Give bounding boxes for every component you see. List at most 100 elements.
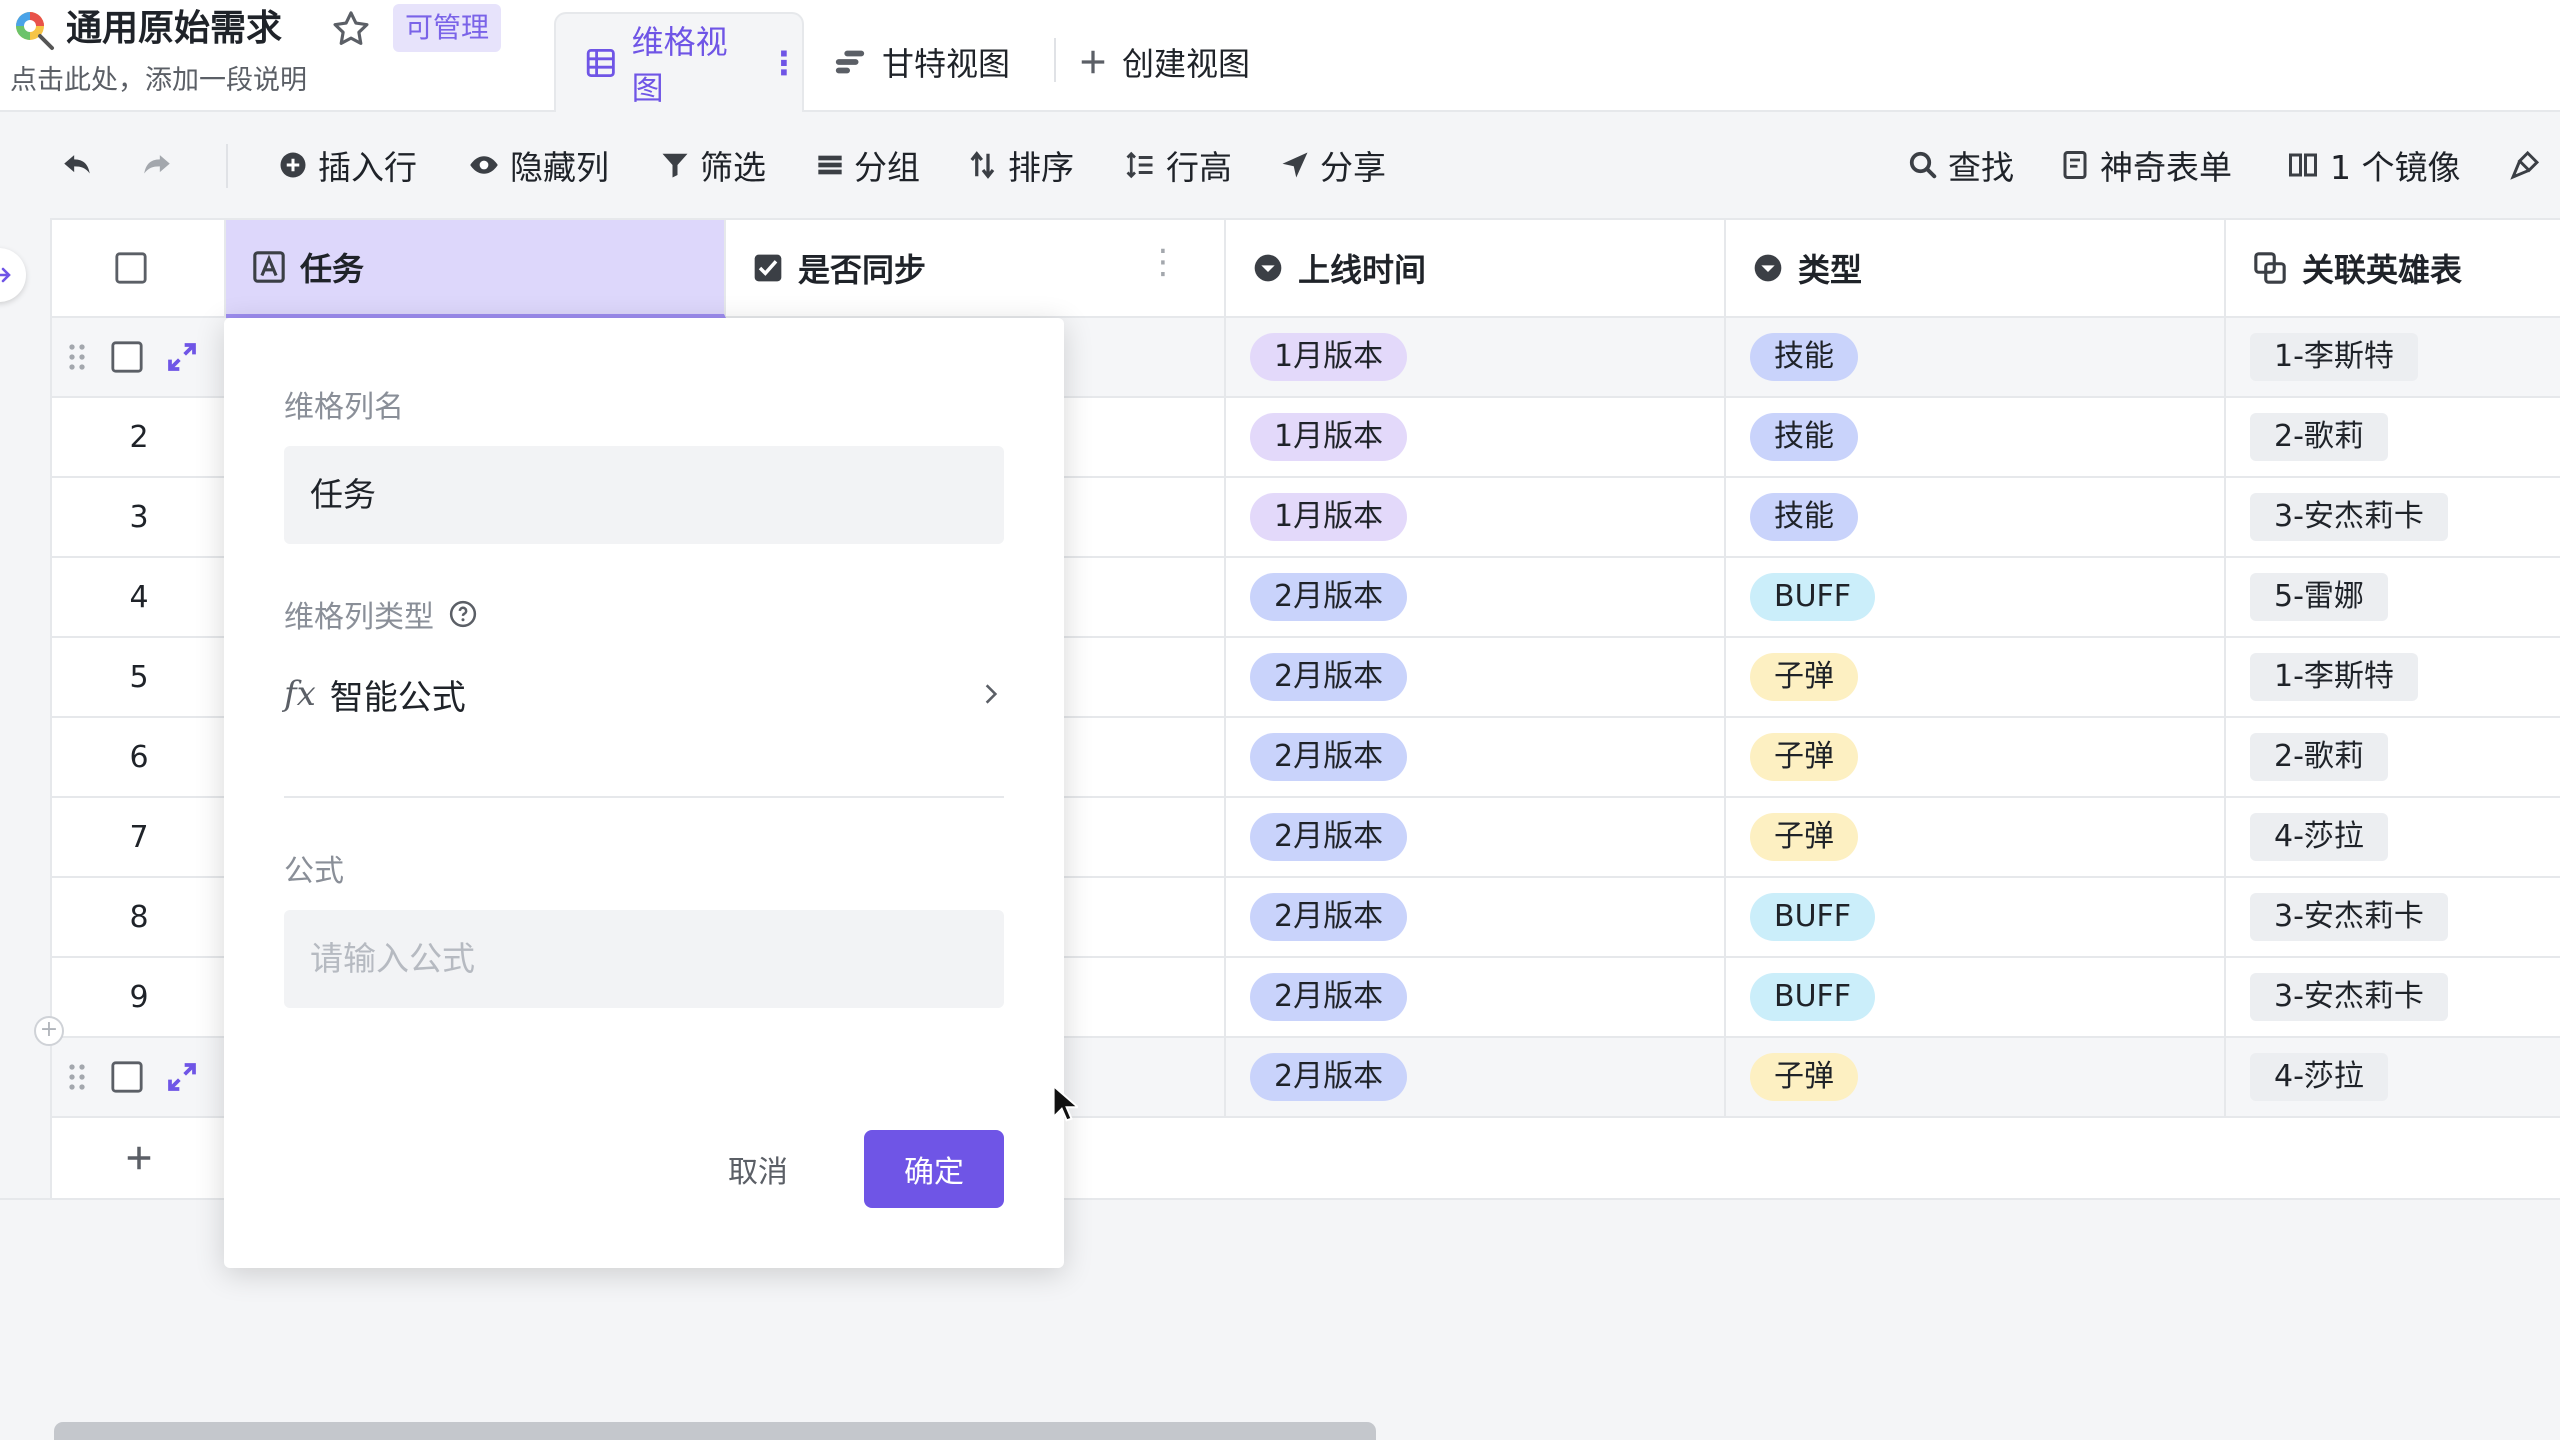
sort-button[interactable]: 排序 [968, 142, 1074, 188]
hide-columns-label: 隐藏列 [510, 148, 609, 187]
drag-handle-icon[interactable] [66, 1062, 88, 1092]
formula-label: 公式 [284, 854, 344, 889]
cell-type[interactable]: BUFF [1726, 558, 2226, 636]
more-tools-button[interactable] [2508, 142, 2552, 188]
row-handle-cell [52, 318, 226, 396]
release-tag: 2月版本 [1250, 813, 1408, 861]
cell-type[interactable]: BUFF [1726, 958, 2226, 1036]
row-height-label: 行高 [1166, 148, 1232, 187]
cell-hero[interactable]: 3-安杰莉卡 [2226, 958, 2560, 1036]
cell-release[interactable]: 1月版本 [1226, 478, 1726, 556]
insert-row-button[interactable]: 插入行 [278, 142, 417, 188]
type-tag: 技能 [1750, 333, 1858, 381]
column-header-release-label: 上线时间 [1298, 251, 1427, 289]
group-icon [818, 155, 842, 175]
column-menu-icon[interactable]: ⋮ [1146, 242, 1180, 282]
cell-release[interactable]: 1月版本 [1226, 318, 1726, 396]
cell-release[interactable]: 2月版本 [1226, 958, 1726, 1036]
column-name-label: 维格列名 [284, 390, 404, 425]
column-header-task[interactable]: 任务 [226, 220, 726, 318]
type-tag: 子弹 [1750, 813, 1858, 861]
cell-type[interactable]: BUFF [1726, 878, 2226, 956]
expand-record-icon[interactable] [166, 341, 198, 373]
star-icon[interactable] [330, 8, 372, 50]
cell-type[interactable]: 技能 [1726, 398, 2226, 476]
column-type-selector[interactable]: fx 智能公式 [284, 664, 1004, 724]
cell-hero[interactable]: 1-李斯特 [2226, 638, 2560, 716]
tab-gantt-view[interactable]: 甘特视图 [832, 12, 1010, 112]
magic-form-button[interactable]: 神奇表单 [2060, 142, 2232, 188]
expand-arrow-icon [0, 267, 11, 283]
cell-type[interactable]: 技能 [1726, 318, 2226, 396]
hide-columns-button[interactable]: 隐藏列 [468, 142, 609, 188]
row-checkbox[interactable] [110, 1060, 144, 1094]
release-tag: 2月版本 [1250, 733, 1408, 781]
page-title[interactable]: 通用原始需求 [66, 4, 282, 54]
cell-hero[interactable]: 4-莎拉 [2226, 798, 2560, 876]
row-checkbox[interactable] [110, 340, 144, 374]
permission-badge: 可管理 [393, 4, 502, 52]
hero-link-tag: 1-李斯特 [2250, 333, 2418, 381]
add-row-button[interactable] [52, 1118, 226, 1198]
hero-link-tag: 4-莎拉 [2250, 1053, 2388, 1101]
insert-row-handle[interactable]: + [34, 1016, 64, 1046]
create-view-button[interactable]: 创建视图 [1078, 12, 1250, 112]
column-header-sync[interactable]: 是否同步 ⋮ [726, 220, 1226, 318]
select-all-checkbox[interactable] [114, 251, 148, 285]
cell-type[interactable]: 子弹 [1726, 638, 2226, 716]
cell-release[interactable]: 2月版本 [1226, 798, 1726, 876]
hero-link-tag: 3-安杰莉卡 [2250, 893, 2448, 941]
expand-record-icon[interactable] [166, 1061, 198, 1093]
column-header-release[interactable]: 上线时间 [1226, 220, 1726, 318]
row-handle-cell [52, 1038, 226, 1116]
cell-hero[interactable]: 2-歌莉 [2226, 398, 2560, 476]
cell-type[interactable]: 子弹 [1726, 1038, 2226, 1116]
checkbox-icon [754, 254, 782, 282]
redo-button[interactable] [138, 142, 186, 188]
sheet-description[interactable]: 点击此处，添加一段说明 [10, 62, 307, 100]
gantt-view-icon [835, 50, 865, 74]
cell-release[interactable]: 2月版本 [1226, 638, 1726, 716]
mirror-button[interactable]: 1 个镜像 [2286, 142, 2461, 188]
release-tag: 2月版本 [1250, 893, 1408, 941]
send-icon [1282, 152, 1308, 178]
cell-type[interactable]: 子弹 [1726, 718, 2226, 796]
type-tag: BUFF [1750, 973, 1876, 1021]
cell-release[interactable]: 2月版本 [1226, 558, 1726, 636]
horizontal-scrollbar[interactable] [54, 1422, 1376, 1440]
drag-handle-icon[interactable] [66, 342, 88, 372]
confirm-button[interactable]: 确定 [864, 1130, 1004, 1208]
group-button[interactable]: 分组 [816, 142, 920, 188]
sidebar-expand-handle[interactable] [0, 248, 26, 302]
cell-release[interactable]: 2月版本 [1226, 718, 1726, 796]
column-header-hero-label: 关联英雄表 [2302, 251, 2463, 289]
find-button[interactable]: 查找 [1908, 142, 2014, 188]
tab-grid-view[interactable]: 维格视图 ⋮ [554, 12, 804, 112]
cancel-button[interactable]: 取消 [708, 1130, 808, 1208]
cell-hero[interactable]: 3-安杰莉卡 [2226, 478, 2560, 556]
cell-release[interactable]: 2月版本 [1226, 878, 1726, 956]
more-vertical-icon[interactable]: ⋮ [768, 44, 802, 82]
filter-label: 筛选 [700, 148, 766, 187]
cell-hero[interactable]: 1-李斯特 [2226, 318, 2560, 396]
formula-input[interactable] [284, 910, 1004, 1008]
row-height-button[interactable]: 行高 [1124, 142, 1232, 188]
formula-fx-icon: fx [284, 674, 316, 714]
column-name-input[interactable] [284, 446, 1004, 544]
row-number: 7 [129, 819, 149, 855]
help-circle-icon[interactable] [448, 599, 478, 629]
cell-hero[interactable]: 5-雷娜 [2226, 558, 2560, 636]
column-header-task-label: 任务 [300, 250, 365, 288]
cell-hero[interactable]: 3-安杰莉卡 [2226, 878, 2560, 956]
cell-hero[interactable]: 2-歌莉 [2226, 718, 2560, 796]
share-button[interactable]: 分享 [1280, 142, 1386, 188]
filter-button[interactable]: 筛选 [660, 142, 766, 188]
column-header-hero[interactable]: 关联英雄表 [2226, 220, 2560, 318]
cell-release[interactable]: 1月版本 [1226, 398, 1726, 476]
cell-hero[interactable]: 4-莎拉 [2226, 1038, 2560, 1116]
cell-release[interactable]: 2月版本 [1226, 1038, 1726, 1116]
cell-type[interactable]: 子弹 [1726, 798, 2226, 876]
column-header-type[interactable]: 类型 [1726, 220, 2226, 318]
cell-type[interactable]: 技能 [1726, 478, 2226, 556]
undo-button[interactable] [58, 142, 106, 188]
